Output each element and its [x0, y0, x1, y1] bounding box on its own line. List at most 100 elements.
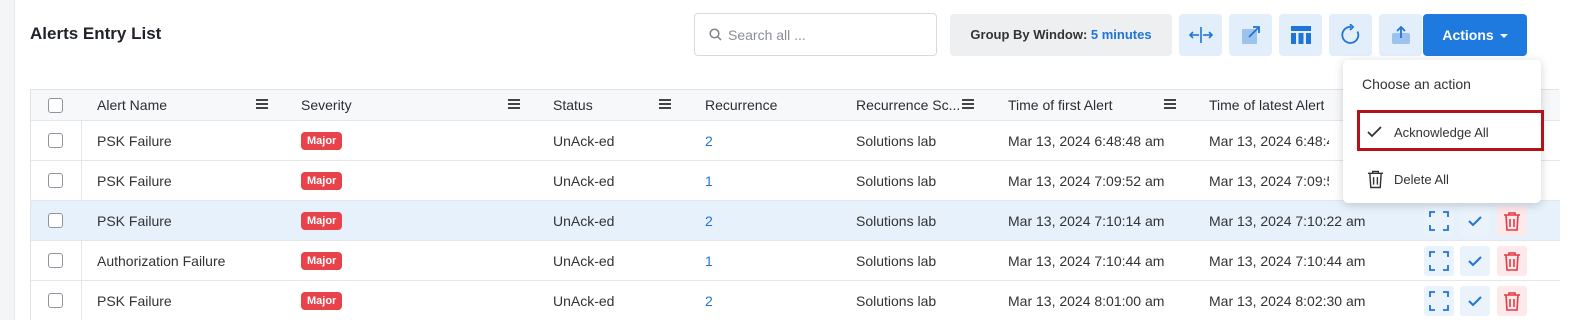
column-menu-icon[interactable] [659, 99, 671, 109]
trash-icon [1504, 252, 1520, 271]
status-cell: UnAck-ed [553, 172, 615, 189]
table-row[interactable]: PSK Failure Major UnAck-ed 2 Solutions l… [31, 201, 1560, 241]
recurrence-link[interactable]: 2 [705, 281, 713, 320]
time-first-alert-cell: Mar 13, 2024 7:10:14 am [1008, 212, 1165, 229]
menu-item-delete-all[interactable]: Delete All [1343, 159, 1541, 199]
recurrence-scope-cell: Solutions lab [856, 172, 937, 189]
delete-button[interactable] [1497, 206, 1527, 236]
search-box[interactable] [694, 13, 937, 56]
search-input[interactable] [728, 25, 928, 45]
column-menu-icon[interactable] [256, 99, 268, 109]
recurrence-link[interactable]: 1 [705, 161, 713, 200]
expand-icon [1429, 211, 1449, 231]
time-first-alert-cell: Mar 13, 2024 6:48:48 am [1008, 132, 1165, 149]
layout-icon [1290, 26, 1311, 44]
alert-name-cell: PSK Failure [97, 132, 172, 149]
status-cell: UnAck-ed [553, 212, 615, 229]
recurrence-scope-cell: Solutions lab [856, 292, 937, 309]
header-severity[interactable]: Severity [301, 90, 352, 120]
delete-button[interactable] [1497, 286, 1527, 316]
table-row[interactable]: PSK Failure Major UnAck-ed 2 Solutions l… [31, 281, 1560, 320]
expand-button[interactable] [1424, 286, 1454, 316]
delete-button[interactable] [1497, 246, 1527, 276]
severity-badge: Major [301, 291, 343, 310]
expand-icon [1429, 251, 1449, 271]
acknowledge-button[interactable] [1460, 246, 1490, 276]
status-cell: UnAck-ed [553, 252, 615, 269]
time-latest-alert-cell: Mar 13, 2024 7:09:5 [1209, 172, 1329, 189]
recurrence-link[interactable]: 2 [705, 121, 713, 160]
header-status[interactable]: Status [553, 90, 593, 120]
time-latest-alert-cell: Mar 13, 2024 6:48:4 [1209, 132, 1329, 149]
time-first-alert-cell: Mar 13, 2024 8:01:00 am [1008, 292, 1165, 309]
trash-icon [1367, 170, 1384, 189]
recurrence-scope-cell: Solutions lab [856, 252, 937, 269]
actions-label: Actions [1442, 27, 1494, 43]
time-latest-alert-cell: Mar 13, 2024 7:10:22 am [1209, 212, 1366, 229]
row-checkbox[interactable] [48, 253, 63, 268]
open-external-icon [1241, 26, 1260, 44]
row-checkbox[interactable] [48, 133, 63, 148]
group-by-value: 5 minutes [1090, 27, 1152, 42]
severity-badge: Major [301, 251, 343, 270]
export-icon [1391, 25, 1410, 44]
table-row[interactable]: PSK Failure Major UnAck-ed 1 Solutions l… [31, 161, 1560, 201]
severity-badge: Major [301, 131, 343, 150]
alert-name-cell: PSK Failure [97, 292, 172, 309]
column-menu-icon[interactable] [1164, 99, 1176, 109]
header-alert-name[interactable]: Alert Name [97, 90, 167, 120]
group-by-window-button[interactable]: Group By Window: 5 minutes [950, 14, 1172, 56]
search-icon [709, 28, 722, 41]
check-icon [1468, 256, 1482, 267]
page-title: Alerts Entry List [30, 24, 162, 43]
select-all-checkbox[interactable] [48, 97, 63, 113]
time-first-alert-cell: Mar 13, 2024 7:10:44 am [1008, 252, 1165, 269]
alert-name-cell: PSK Failure [97, 172, 172, 189]
status-cell: UnAck-ed [553, 292, 615, 309]
severity-badge: Major [301, 171, 343, 190]
group-by-label: Group By Window: [970, 27, 1088, 42]
header-recurrence-scope[interactable]: Recurrence Sc... [856, 90, 960, 120]
expand-button[interactable] [1424, 206, 1454, 236]
actions-button[interactable]: Actions [1423, 14, 1527, 56]
table-row[interactable]: Authorization Failure Major UnAck-ed 1 S… [31, 241, 1560, 281]
trash-icon [1504, 292, 1520, 311]
dropdown-header: Choose an action [1362, 76, 1471, 92]
layout-button[interactable] [1279, 14, 1322, 56]
caret-down-icon [1499, 34, 1508, 38]
header-time-first-alert[interactable]: Time of first Alert [1008, 90, 1113, 120]
refresh-icon [1340, 24, 1359, 44]
table-row[interactable]: PSK Failure Major UnAck-ed 2 Solutions l… [31, 121, 1560, 161]
trash-icon [1504, 212, 1520, 231]
alert-name-cell: PSK Failure [97, 212, 172, 229]
acknowledge-button[interactable] [1460, 286, 1490, 316]
row-checkbox[interactable] [48, 293, 63, 308]
open-external-button[interactable] [1229, 14, 1272, 56]
table-header-row: Alert Name Severity Status Recurrence Re… [31, 90, 1560, 121]
alerts-table: Alert Name Severity Status Recurrence Re… [30, 89, 1560, 320]
expand-button[interactable] [1424, 246, 1454, 276]
time-latest-alert-cell: Mar 13, 2024 8:02:30 am [1209, 292, 1366, 309]
split-columns-icon [1188, 27, 1213, 43]
row-checkbox[interactable] [48, 173, 63, 188]
time-first-alert-cell: Mar 13, 2024 7:09:52 am [1008, 172, 1165, 189]
acknowledge-button[interactable] [1460, 206, 1490, 236]
header-time-latest-alert[interactable]: Time of latest Alert [1209, 90, 1324, 120]
split-columns-button[interactable] [1179, 14, 1222, 56]
row-checkbox[interactable] [48, 213, 63, 228]
export-button[interactable] [1379, 14, 1422, 56]
recurrence-link[interactable]: 1 [705, 241, 713, 280]
recurrence-link[interactable]: 2 [705, 201, 713, 240]
check-icon [1468, 296, 1482, 307]
alert-name-cell: Authorization Failure [97, 252, 226, 269]
time-latest-alert-cell: Mar 13, 2024 7:10:44 am [1209, 252, 1366, 269]
column-menu-icon[interactable] [962, 99, 974, 109]
recurrence-scope-cell: Solutions lab [856, 132, 937, 149]
recurrence-scope-cell: Solutions lab [856, 212, 937, 229]
column-menu-icon[interactable] [508, 99, 520, 109]
header-recurrence[interactable]: Recurrence [705, 90, 777, 120]
status-cell: UnAck-ed [553, 132, 615, 149]
menu-item-label: Delete All [1394, 171, 1449, 187]
refresh-button[interactable] [1329, 14, 1372, 56]
check-icon [1468, 216, 1482, 227]
